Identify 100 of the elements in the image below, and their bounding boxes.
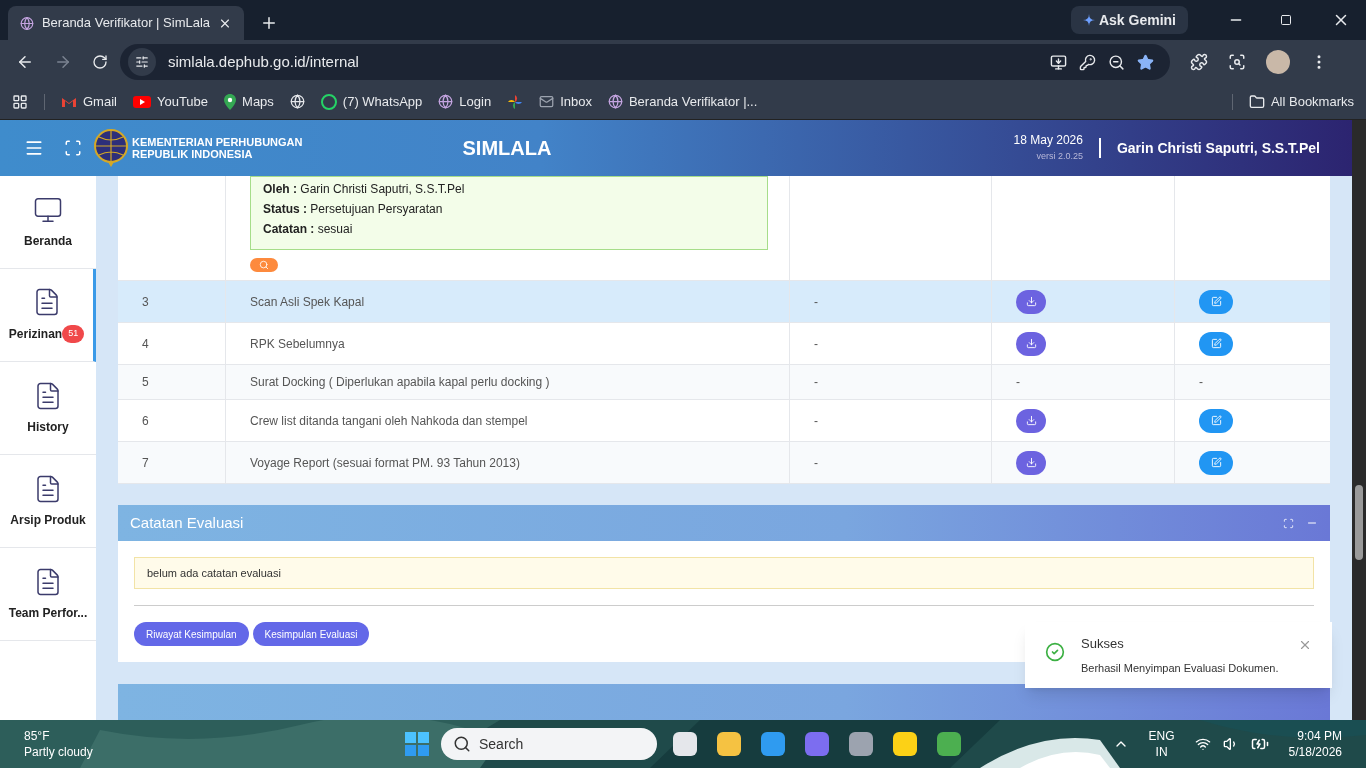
date-text: 18 May 2026	[1013, 132, 1083, 148]
version-text: versi 2.0.25	[1036, 150, 1083, 163]
expand-icon[interactable]	[1283, 517, 1294, 529]
wifi-icon[interactable]	[1194, 736, 1211, 752]
bookmark[interactable]: Maps	[224, 91, 274, 112]
search-tab-icon[interactable]	[1228, 53, 1246, 71]
card-title: Catatan Evaluasi	[130, 512, 244, 533]
ministry-name: KEMENTERIAN PERHUBUNGAN	[132, 136, 303, 148]
language-text[interactable]: ENG	[1148, 728, 1175, 744]
sidebar-item[interactable]: Perizinan 51	[0, 269, 96, 362]
table-row[interactable]: 4 RPK Sebelumnya -	[118, 323, 1330, 365]
toast-message: Berhasil Menyimpan Evaluasi Dokumen.	[1081, 660, 1280, 676]
reload-icon[interactable]	[92, 54, 108, 70]
back-icon[interactable]	[16, 53, 34, 71]
download-icon	[1025, 457, 1037, 468]
start-icon[interactable]	[405, 732, 429, 756]
row-number: 4	[142, 335, 149, 352]
site-settings-icon[interactable]	[135, 55, 149, 69]
bookmark[interactable]: Gmail	[61, 91, 117, 112]
forward-icon[interactable]	[54, 53, 72, 71]
edit-button[interactable]	[1199, 408, 1233, 433]
action-button[interactable]: Kesimpulan Evaluasi	[252, 622, 370, 646]
search-icon	[259, 260, 269, 270]
sidebar-item[interactable]: Beranda	[0, 176, 96, 269]
download-button[interactable]	[1016, 331, 1046, 356]
download-button[interactable]	[1016, 450, 1046, 475]
profile-avatar[interactable]	[1266, 50, 1290, 74]
globe-icon	[607, 94, 623, 109]
download-button[interactable]	[1016, 408, 1046, 433]
edit-button[interactable]	[1199, 450, 1233, 475]
restore-icon[interactable]	[1280, 14, 1292, 26]
globe-icon[interactable]	[289, 94, 305, 109]
table-cell: -	[814, 374, 818, 390]
note-line: Status : Persetujuan Persyaratan	[263, 201, 444, 217]
globe-icon	[20, 15, 34, 31]
edit-button[interactable]	[1199, 331, 1233, 356]
country-name: REPUBLIK INDONESIA	[132, 148, 254, 160]
fullscreen-icon[interactable]	[64, 139, 82, 157]
mail-icon	[61, 95, 77, 108]
bookmark[interactable]: Beranda Verifikator |...	[607, 91, 758, 112]
bookmark[interactable]: YouTube	[132, 91, 209, 112]
map-pin-icon	[224, 93, 237, 110]
star-icon[interactable]	[1137, 53, 1154, 71]
bookmark[interactable]: Inbox	[539, 91, 592, 112]
extensions-icon[interactable]	[1190, 53, 1208, 71]
action-button[interactable]: Riwayat Kesimpulan	[134, 622, 249, 646]
download-button[interactable]	[1016, 289, 1046, 314]
ask-gemini-button[interactable]: Ask Gemini	[1070, 6, 1188, 34]
download-icon	[1025, 415, 1037, 426]
table-row[interactable]: 6 Crew list ditanda tangani oleh Nahkoda dan stempel -	[118, 400, 1330, 442]
play-icon	[132, 95, 151, 108]
clock-time[interactable]: 9:04 PM	[1297, 728, 1342, 744]
document-name: RPK Sebelumnya	[250, 335, 345, 352]
table-row[interactable]: 3 Scan Asli Spek Kapal -	[118, 281, 1330, 323]
table-row[interactable]: 5 Surat Docking ( Diperlukan apabila kapal perlu docking ) - - -	[118, 365, 1330, 400]
bookmark[interactable]: (7) WhatsApp	[320, 91, 423, 112]
key-icon[interactable]	[1079, 53, 1096, 71]
all-bookmarks[interactable]: All Bookmarks	[1248, 91, 1354, 112]
edit-button[interactable]	[1199, 289, 1233, 314]
sidebar-item[interactable]: Team Perfor...	[0, 548, 96, 641]
edit-icon	[1210, 338, 1222, 349]
sidebar-item[interactable]: History	[0, 362, 96, 455]
new-tab-icon[interactable]	[260, 14, 278, 32]
count-badge: 51	[62, 325, 85, 343]
monitor-icon	[33, 195, 63, 225]
globe-icon	[438, 94, 454, 109]
app-title: SIMLALA	[462, 136, 552, 161]
note-line: Oleh : Garin Christi Saputri, S.S.T.Pel	[263, 181, 466, 197]
pinwheel-icon[interactable]	[507, 93, 524, 110]
document-name: Surat Docking ( Diperlukan apabila kapal perlu docking )	[250, 374, 550, 390]
table-cell: -	[814, 293, 818, 310]
row-number: 3	[142, 293, 149, 310]
taskbar-search[interactable]: Search	[441, 728, 657, 760]
table-cell: -	[1199, 374, 1203, 390]
edit-icon	[1210, 296, 1222, 307]
sidebar-item[interactable]: Arsip Produk	[0, 455, 96, 548]
row-number: 7	[142, 454, 149, 471]
notice-alert: belum ada catatan evaluasi	[134, 557, 1314, 589]
table-cell: -	[814, 412, 818, 429]
install-icon[interactable]	[1050, 53, 1067, 71]
check-icon	[1045, 642, 1065, 662]
zoom-out-icon[interactable]	[1108, 53, 1125, 71]
table-cell: -	[1016, 374, 1020, 390]
mail-icon	[539, 94, 555, 109]
edit-icon	[1210, 415, 1222, 426]
clock-date[interactable]: 5/18/2026	[1288, 744, 1342, 760]
region-text[interactable]: IN	[1155, 744, 1168, 760]
edit-icon	[1210, 457, 1222, 468]
document-name: Crew list ditanda tangani oleh Nahkoda dan stempel	[250, 412, 528, 429]
user-name: Garin Christi Saputri, S.S.T.Pel	[1116, 139, 1320, 158]
bookmark[interactable]: Login	[438, 91, 492, 112]
table-row[interactable]: 7 Voyage Report (sesuai format PM. 93 Tahun 2013) -	[118, 442, 1330, 484]
download-icon	[1025, 296, 1037, 307]
browser-tab[interactable]: Beranda Verifikator | SimLala	[8, 6, 244, 40]
folder-icon	[1248, 93, 1265, 110]
table-cell: -	[814, 454, 818, 471]
row-number: 5	[142, 374, 149, 390]
apps-icon[interactable]	[12, 93, 28, 110]
address-bar[interactable]: simlala.dephub.go.id/internal	[120, 44, 1170, 80]
note-line: Catatan : sesuai	[263, 221, 354, 237]
